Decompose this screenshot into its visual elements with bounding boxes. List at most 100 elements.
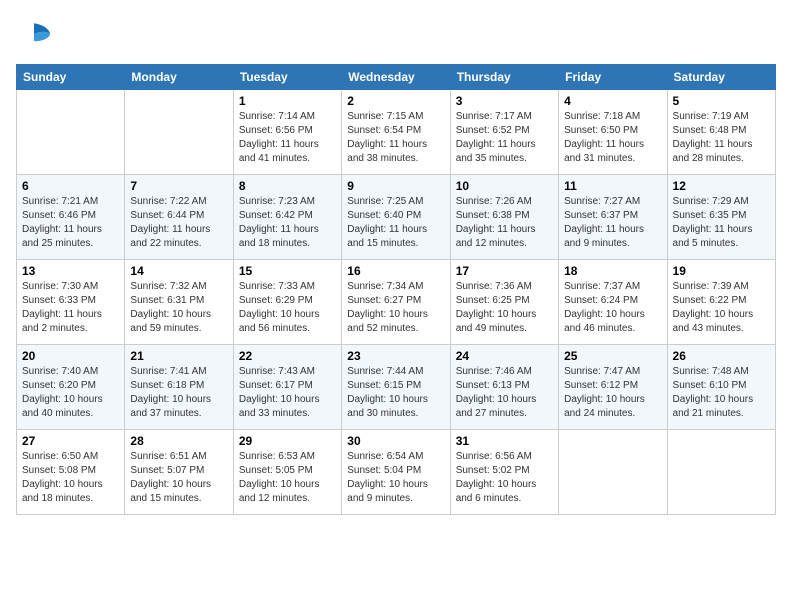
day-info: Sunrise: 6:54 AM Sunset: 5:04 PM Dayligh…: [347, 450, 444, 506]
day-number: 30: [347, 434, 444, 448]
day-info: Sunrise: 7:33 AM Sunset: 6:29 PM Dayligh…: [239, 280, 336, 336]
day-info: Sunrise: 7:22 AM Sunset: 6:44 PM Dayligh…: [130, 195, 227, 251]
day-info: Sunrise: 7:44 AM Sunset: 6:15 PM Dayligh…: [347, 365, 444, 421]
calendar-cell: 12 Sunrise: 7:29 AM Sunset: 6:35 PM Dayli…: [667, 175, 775, 260]
day-number: 16: [347, 264, 444, 278]
day-number: 20: [22, 349, 119, 363]
day-info: Sunrise: 7:25 AM Sunset: 6:40 PM Dayligh…: [347, 195, 444, 251]
day-info: Sunrise: 7:14 AM Sunset: 6:56 PM Dayligh…: [239, 110, 336, 166]
day-header-tuesday: Tuesday: [233, 65, 341, 90]
day-info: Sunrise: 7:18 AM Sunset: 6:50 PM Dayligh…: [564, 110, 661, 166]
day-number: 15: [239, 264, 336, 278]
day-info: Sunrise: 7:26 AM Sunset: 6:38 PM Dayligh…: [456, 195, 553, 251]
calendar-cell: 5 Sunrise: 7:19 AM Sunset: 6:48 PM Daylig…: [667, 90, 775, 175]
day-header-monday: Monday: [125, 65, 233, 90]
calendar-cell: 30 Sunrise: 6:54 AM Sunset: 5:04 PM Dayli…: [342, 430, 450, 515]
calendar-cell: 11 Sunrise: 7:27 AM Sunset: 6:37 PM Dayli…: [559, 175, 667, 260]
day-info: Sunrise: 7:30 AM Sunset: 6:33 PM Dayligh…: [22, 280, 119, 336]
calendar-cell: 18 Sunrise: 7:37 AM Sunset: 6:24 PM Dayli…: [559, 260, 667, 345]
day-number: 5: [673, 94, 770, 108]
calendar-cell: 1 Sunrise: 7:14 AM Sunset: 6:56 PM Daylig…: [233, 90, 341, 175]
day-info: Sunrise: 7:48 AM Sunset: 6:10 PM Dayligh…: [673, 365, 770, 421]
calendar-cell: 17 Sunrise: 7:36 AM Sunset: 6:25 PM Dayli…: [450, 260, 558, 345]
calendar-cell: 28 Sunrise: 6:51 AM Sunset: 5:07 PM Dayli…: [125, 430, 233, 515]
day-number: 29: [239, 434, 336, 448]
calendar-cell: 31 Sunrise: 6:56 AM Sunset: 5:02 PM Dayli…: [450, 430, 558, 515]
calendar-cell: 13 Sunrise: 7:30 AM Sunset: 6:33 PM Dayli…: [17, 260, 125, 345]
day-number: 6: [22, 179, 119, 193]
day-number: 9: [347, 179, 444, 193]
day-number: 23: [347, 349, 444, 363]
logo: [16, 16, 56, 52]
calendar-cell: 24 Sunrise: 7:46 AM Sunset: 6:13 PM Dayli…: [450, 345, 558, 430]
day-info: Sunrise: 6:56 AM Sunset: 5:02 PM Dayligh…: [456, 450, 553, 506]
day-info: Sunrise: 7:46 AM Sunset: 6:13 PM Dayligh…: [456, 365, 553, 421]
day-info: Sunrise: 7:19 AM Sunset: 6:48 PM Dayligh…: [673, 110, 770, 166]
day-number: 1: [239, 94, 336, 108]
day-header-friday: Friday: [559, 65, 667, 90]
calendar-cell: 3 Sunrise: 7:17 AM Sunset: 6:52 PM Daylig…: [450, 90, 558, 175]
day-number: 22: [239, 349, 336, 363]
calendar-cell: [125, 90, 233, 175]
day-number: 31: [456, 434, 553, 448]
calendar-cell: 19Sunrise: 7:39 AM Sunset: 6:22 PM Dayli…: [667, 260, 775, 345]
day-info: Sunrise: 7:40 AM Sunset: 6:20 PM Dayligh…: [22, 365, 119, 421]
day-header-saturday: Saturday: [667, 65, 775, 90]
day-header-sunday: Sunday: [17, 65, 125, 90]
calendar-cell: 8Sunrise: 7:23 AM Sunset: 6:42 PM Daylig…: [233, 175, 341, 260]
day-info: Sunrise: 7:27 AM Sunset: 6:37 PM Dayligh…: [564, 195, 661, 251]
calendar-cell: [559, 430, 667, 515]
calendar-cell: 2 Sunrise: 7:15 AM Sunset: 6:54 PM Daylig…: [342, 90, 450, 175]
calendar-table: SundayMondayTuesdayWednesdayThursdayFrid…: [16, 64, 776, 515]
day-number: 2: [347, 94, 444, 108]
day-info: Sunrise: 7:34 AM Sunset: 6:27 PM Dayligh…: [347, 280, 444, 336]
calendar-header-row: SundayMondayTuesdayWednesdayThursdayFrid…: [17, 65, 776, 90]
day-number: 18: [564, 264, 661, 278]
day-info: Sunrise: 6:50 AM Sunset: 5:08 PM Dayligh…: [22, 450, 119, 506]
day-number: 11: [564, 179, 661, 193]
day-info: Sunrise: 7:17 AM Sunset: 6:52 PM Dayligh…: [456, 110, 553, 166]
calendar-week-row: 20 Sunrise: 7:40 AM Sunset: 6:20 PM Dayli…: [17, 345, 776, 430]
day-info: Sunrise: 6:51 AM Sunset: 5:07 PM Dayligh…: [130, 450, 227, 506]
calendar-week-row: 27Sunrise: 6:50 AM Sunset: 5:08 PM Dayli…: [17, 430, 776, 515]
day-info: Sunrise: 7:29 AM Sunset: 6:35 PM Dayligh…: [673, 195, 770, 251]
day-number: 7: [130, 179, 227, 193]
calendar-cell: [17, 90, 125, 175]
day-number: 3: [456, 94, 553, 108]
day-info: Sunrise: 7:21 AM Sunset: 6:46 PM Dayligh…: [22, 195, 119, 251]
calendar-week-row: 13 Sunrise: 7:30 AM Sunset: 6:33 PM Dayli…: [17, 260, 776, 345]
day-number: 19: [673, 264, 770, 278]
calendar-cell: 15 Sunrise: 7:33 AM Sunset: 6:29 PM Dayli…: [233, 260, 341, 345]
day-number: 13: [22, 264, 119, 278]
page-header: [16, 16, 776, 52]
day-number: 28: [130, 434, 227, 448]
day-info: Sunrise: 7:23 AM Sunset: 6:42 PM Dayligh…: [239, 195, 336, 251]
calendar-cell: [667, 430, 775, 515]
calendar-cell: 23 Sunrise: 7:44 AM Sunset: 6:15 PM Dayli…: [342, 345, 450, 430]
calendar-cell: 14 Sunrise: 7:32 AM Sunset: 6:31 PM Dayli…: [125, 260, 233, 345]
calendar-cell: 20 Sunrise: 7:40 AM Sunset: 6:20 PM Dayli…: [17, 345, 125, 430]
calendar-cell: 6 Sunrise: 7:21 AM Sunset: 6:46 PM Daylig…: [17, 175, 125, 260]
day-number: 26: [673, 349, 770, 363]
calendar-cell: 21Sunrise: 7:41 AM Sunset: 6:18 PM Dayli…: [125, 345, 233, 430]
day-info: Sunrise: 7:47 AM Sunset: 6:12 PM Dayligh…: [564, 365, 661, 421]
day-info: Sunrise: 7:15 AM Sunset: 6:54 PM Dayligh…: [347, 110, 444, 166]
logo-icon: [16, 16, 52, 52]
calendar-cell: 7 Sunrise: 7:22 AM Sunset: 6:44 PM Daylig…: [125, 175, 233, 260]
calendar-cell: 25 Sunrise: 7:47 AM Sunset: 6:12 PM Dayli…: [559, 345, 667, 430]
calendar-cell: 9 Sunrise: 7:25 AM Sunset: 6:40 PM Daylig…: [342, 175, 450, 260]
day-number: 14: [130, 264, 227, 278]
day-number: 25: [564, 349, 661, 363]
day-number: 17: [456, 264, 553, 278]
day-number: 24: [456, 349, 553, 363]
day-number: 10: [456, 179, 553, 193]
day-info: Sunrise: 7:41 AM Sunset: 6:18 PM Dayligh…: [130, 365, 227, 421]
day-info: Sunrise: 7:36 AM Sunset: 6:25 PM Dayligh…: [456, 280, 553, 336]
calendar-cell: 4Sunrise: 7:18 AM Sunset: 6:50 PM Daylig…: [559, 90, 667, 175]
day-info: Sunrise: 6:53 AM Sunset: 5:05 PM Dayligh…: [239, 450, 336, 506]
calendar-cell: 10 Sunrise: 7:26 AM Sunset: 6:38 PM Dayli…: [450, 175, 558, 260]
day-info: Sunrise: 7:32 AM Sunset: 6:31 PM Dayligh…: [130, 280, 227, 336]
day-info: Sunrise: 7:37 AM Sunset: 6:24 PM Dayligh…: [564, 280, 661, 336]
calendar-week-row: 1 Sunrise: 7:14 AM Sunset: 6:56 PM Daylig…: [17, 90, 776, 175]
day-number: 12: [673, 179, 770, 193]
